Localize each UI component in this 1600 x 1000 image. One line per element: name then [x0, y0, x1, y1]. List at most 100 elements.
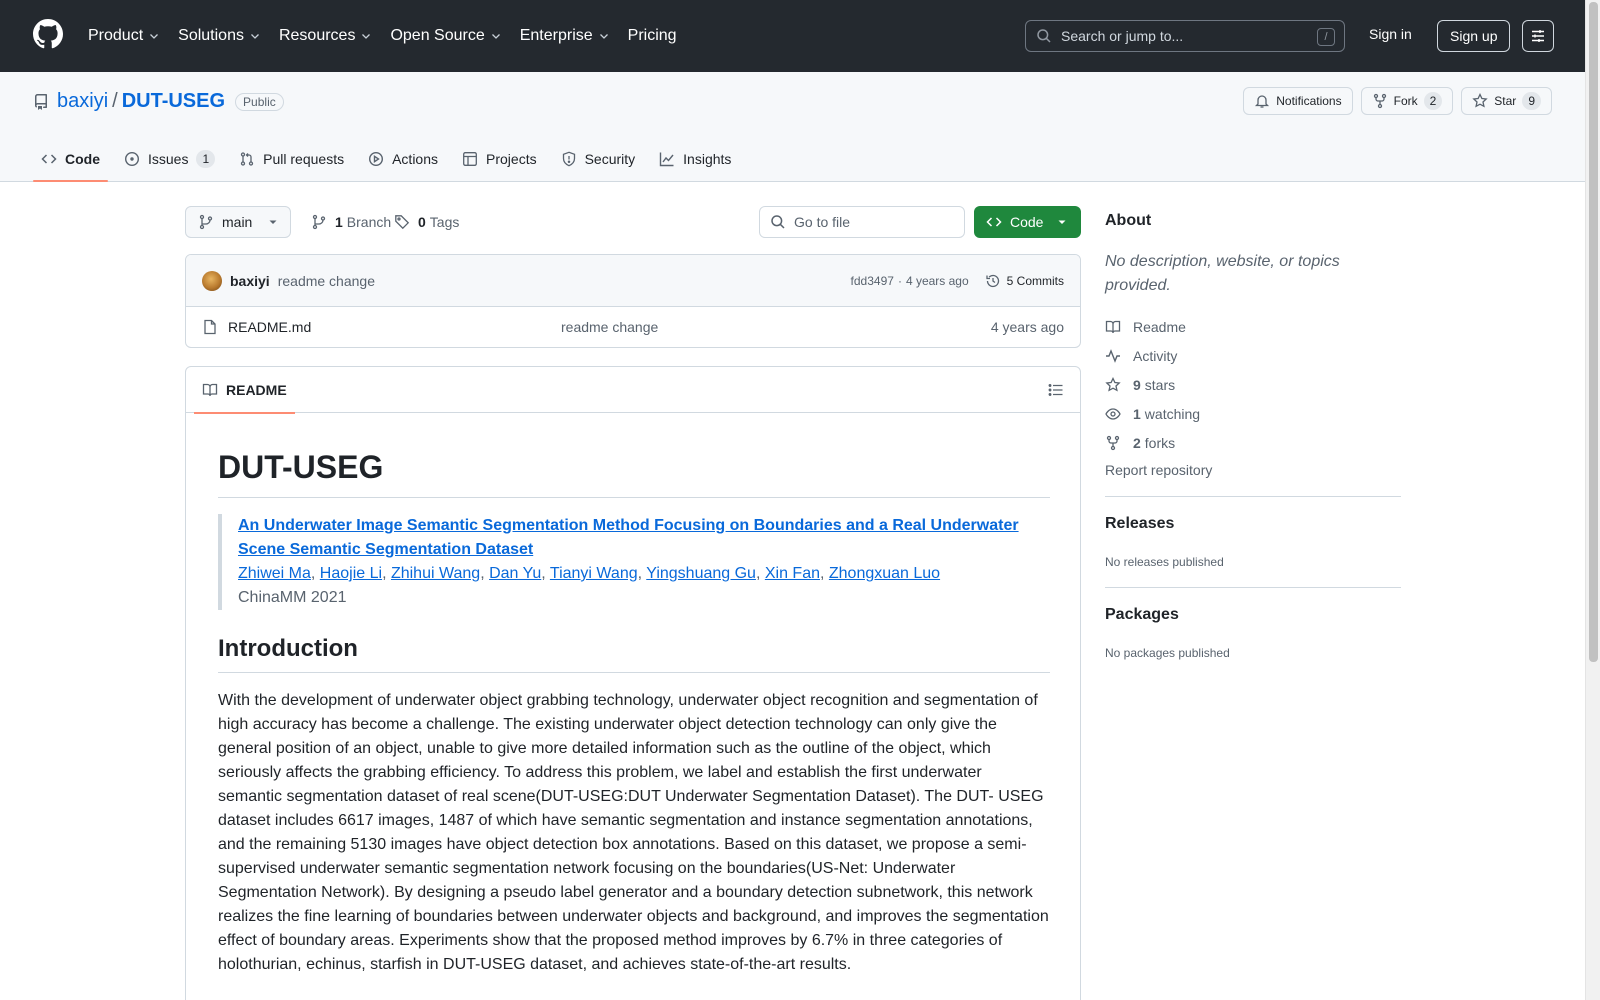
- releases-heading[interactable]: Releases: [1105, 515, 1174, 533]
- forks-label: forks: [1144, 434, 1176, 451]
- nav-label: Open Source: [390, 27, 485, 44]
- readme-link[interactable]: Readme: [1105, 312, 1200, 341]
- paper-title-link[interactable]: An Underwater Image Semantic Segmentatio…: [238, 514, 1050, 562]
- about-description: No description, website, or topics provi…: [1105, 253, 1340, 294]
- report-repository-link[interactable]: Report repository: [1105, 462, 1212, 478]
- code-dropdown-button[interactable]: Code: [974, 206, 1081, 238]
- forks-link[interactable]: 2 forks: [1105, 428, 1200, 457]
- notifications-button[interactable]: Notifications: [1243, 87, 1353, 115]
- go-to-file-input[interactable]: Go to file: [759, 206, 965, 238]
- author-link[interactable]: Yingshuang Gu: [646, 565, 756, 582]
- author-link[interactable]: Tianyi Wang: [550, 565, 638, 582]
- tab-actions[interactable]: Actions: [360, 136, 446, 182]
- file-icon: [204, 319, 216, 335]
- introduction-heading: Introduction: [218, 634, 1050, 673]
- fork-icon: [1106, 435, 1120, 450]
- tab-label: Security: [584, 151, 636, 167]
- nav-open-source[interactable]: Open Source: [390, 27, 501, 45]
- commit-message-link[interactable]: readme change: [278, 273, 375, 289]
- repo-name-link[interactable]: DUT-USEG: [122, 90, 225, 113]
- caret-down-icon: [1058, 220, 1066, 224]
- sign-up-button[interactable]: Sign up: [1437, 20, 1511, 52]
- page-scrollbar[interactable]: [1585, 0, 1600, 1000]
- activity-link-label: Activity: [1133, 347, 1178, 364]
- tab-label: Pull requests: [263, 151, 345, 167]
- global-nav: Product Solutions Resources Open Source …: [88, 0, 695, 72]
- repo-path-separator: /: [112, 90, 118, 112]
- github-logo-icon[interactable]: [33, 19, 63, 49]
- readme-tab[interactable]: README: [194, 367, 295, 414]
- commit-author-link[interactable]: baxiyi: [230, 273, 270, 289]
- readme-header: README: [186, 367, 1080, 414]
- nav-label: Product: [88, 27, 144, 44]
- about-heading: About: [1105, 212, 1152, 229]
- tag-icon: [395, 215, 410, 230]
- fork-count: 2: [1423, 92, 1443, 110]
- star-count: 9: [1522, 92, 1541, 110]
- readme-title: DUT-USEG: [218, 447, 1050, 498]
- fork-button[interactable]: Fork 2: [1360, 87, 1454, 115]
- commits-count: 5 Commits: [1006, 274, 1064, 288]
- scrollbar-thumb[interactable]: [1589, 2, 1598, 662]
- tag-label: Tags: [429, 214, 460, 230]
- readme-body: DUT-USEG An Underwater Image Semantic Se…: [218, 413, 1050, 977]
- chevron-down-icon: [150, 34, 159, 39]
- file-name-link[interactable]: README.md: [228, 319, 311, 335]
- tags-link[interactable]: 0 Tags: [394, 206, 459, 238]
- nav-enterprise[interactable]: Enterprise: [520, 27, 610, 45]
- tab-pull-requests[interactable]: Pull requests: [231, 136, 352, 182]
- nav-resources[interactable]: Resources: [279, 27, 372, 45]
- nav-label: Pricing: [627, 27, 677, 44]
- branches-link[interactable]: 1 Branch: [311, 206, 391, 238]
- watching-link[interactable]: 1 watching: [1105, 399, 1200, 428]
- tab-issues[interactable]: Issues 1: [116, 136, 223, 182]
- notifications-label: Notifications: [1276, 94, 1342, 108]
- branch-selector-button[interactable]: main: [185, 206, 292, 238]
- commits-history-link[interactable]: 5 Commits: [985, 273, 1064, 289]
- author-list: Zhiwei Ma, Haojie Li, Zhihui Wang, Dan Y…: [238, 565, 941, 582]
- star-icon: [1105, 376, 1121, 392]
- avatar[interactable]: [202, 270, 222, 291]
- file-row[interactable]: README.md readme change 4 years ago: [186, 307, 1080, 347]
- file-toolbar: main 1 Branch 0 Tags Go to file Code: [185, 206, 1081, 238]
- commit-hash-link[interactable]: fdd3497: [851, 274, 894, 288]
- tab-security[interactable]: Security: [553, 136, 644, 182]
- global-search-input[interactable]: Search or jump to... /: [1025, 20, 1345, 52]
- stars-link[interactable]: 9 stars: [1105, 370, 1200, 399]
- author-link[interactable]: Haojie Li: [320, 565, 382, 582]
- bell-icon: [1255, 95, 1270, 108]
- author-link[interactable]: Dan Yu: [489, 565, 541, 582]
- nav-product[interactable]: Product: [88, 27, 160, 45]
- repo-header: baxiyi / DUT-USEG Public Notifications F…: [0, 72, 1585, 182]
- outline-button[interactable]: [1048, 382, 1064, 398]
- paper-citation: An Underwater Image Semantic Segmentatio…: [218, 514, 1050, 610]
- watching-label: watching: [1144, 405, 1201, 422]
- global-header: Product Solutions Resources Open Source …: [0, 0, 1585, 72]
- nav-pricing[interactable]: Pricing: [628, 27, 677, 45]
- nav-label: Solutions: [178, 27, 244, 44]
- branch-count: 1: [335, 214, 343, 230]
- tab-insights[interactable]: Insights: [651, 136, 739, 182]
- author-link[interactable]: Zhiwei Ma: [238, 565, 311, 582]
- tab-code[interactable]: Code: [33, 136, 108, 182]
- tab-projects[interactable]: Projects: [454, 136, 545, 182]
- releases-note: No releases published: [1105, 555, 1224, 569]
- author-link[interactable]: Zhihui Wang: [391, 565, 480, 582]
- sliders-icon: [1532, 30, 1544, 42]
- tab-label: Actions: [392, 151, 439, 167]
- sign-in-link[interactable]: Sign in: [1369, 26, 1412, 42]
- repo-title: baxiyi / DUT-USEG Public: [33, 90, 284, 113]
- file-commit-message-link[interactable]: readme change: [561, 319, 658, 335]
- nav-label: Resources: [278, 27, 356, 44]
- global-menu-button[interactable]: [1522, 20, 1554, 52]
- nav-solutions[interactable]: Solutions: [178, 27, 261, 45]
- readme-panel: README DUT-USEG An Underwater Image Sema…: [185, 366, 1081, 1000]
- latest-commit-bar: baxiyi readme change fdd3497 · 4 years a…: [186, 255, 1080, 307]
- author-link[interactable]: Xin Fan: [765, 565, 820, 582]
- star-button[interactable]: Star 9: [1461, 87, 1552, 115]
- packages-heading[interactable]: Packages: [1105, 606, 1179, 624]
- author-link[interactable]: Zhongxuan Luo: [829, 565, 940, 582]
- activity-link[interactable]: Activity: [1105, 341, 1200, 370]
- repo-owner-link[interactable]: baxiyi: [57, 90, 108, 113]
- book-icon: [202, 383, 218, 397]
